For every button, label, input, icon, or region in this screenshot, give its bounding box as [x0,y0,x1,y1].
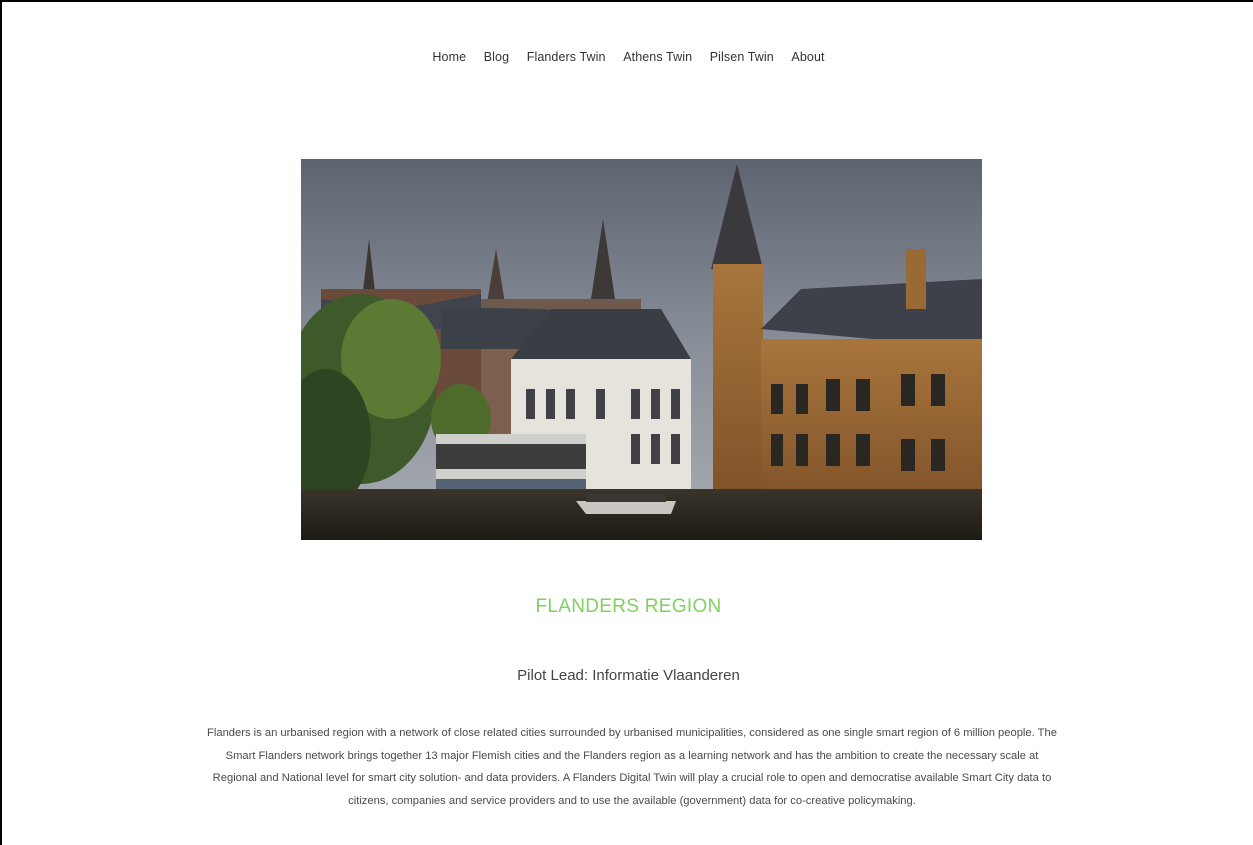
nav-pilsen-twin[interactable]: Pilsen Twin [710,50,774,64]
description-paragraph: Flanders is an urbanised region with a n… [207,727,1057,807]
hero-image [301,159,982,540]
nav-flanders-twin[interactable]: Flanders Twin [527,50,606,64]
nav-about[interactable]: About [791,50,824,64]
pilot-lead-subtitle: Pilot Lead: Informatie Vlaanderen [517,667,740,684]
section-title: FLANDERS REGION [535,596,722,617]
nav-home[interactable]: Home [432,50,466,64]
nav-blog[interactable]: Blog [484,50,509,64]
page-frame: Home Blog Flanders Twin Athens Twin Pils… [0,0,1253,845]
nav-athens-twin[interactable]: Athens Twin [623,50,692,64]
canal-buildings-photo [301,159,982,540]
top-nav: Home Blog Flanders Twin Athens Twin Pils… [2,50,1253,64]
